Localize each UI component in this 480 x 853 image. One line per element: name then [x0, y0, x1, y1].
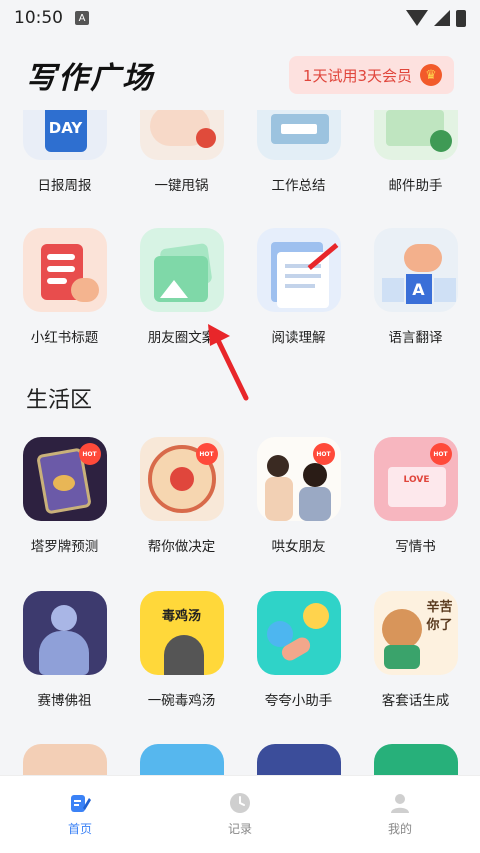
praise-icon — [256, 591, 341, 675]
life-grid-row3 — [0, 744, 480, 775]
hot-badge: HOT — [195, 443, 218, 465]
tile-label: 塔罗牌预测 — [30, 539, 99, 555]
sim-icon: A — [75, 11, 89, 25]
system-icons — [406, 9, 466, 27]
decision-wheel-icon: HOT — [139, 437, 224, 521]
work-grid-row1: DAY 日报周报 一键甩锅 工作总结 邮件助手 — [0, 110, 480, 194]
tile-label: 帮你做决定 — [147, 539, 216, 555]
calendar-day-icon: DAY — [22, 110, 107, 160]
nav-home[interactable]: 首页 — [0, 776, 160, 853]
tile-work-summary[interactable]: 工作总结 — [240, 110, 357, 194]
tarot-icon: HOT — [22, 437, 107, 521]
couple-icon: HOT — [256, 437, 341, 521]
crown-icon: ♛ — [420, 64, 442, 86]
hot-badge: HOT — [78, 443, 101, 465]
mail-icon — [373, 110, 458, 160]
wifi-icon — [406, 10, 428, 26]
tile-praise-helper[interactable]: 夸夸小助手 — [240, 591, 357, 709]
user-icon — [391, 794, 409, 813]
tile-label: 赛博佛祖 — [37, 693, 92, 709]
content-scroll[interactable]: DAY 日报周报 一键甩锅 工作总结 邮件助手 小红书标题 朋友圈文案 阅读理解… — [0, 110, 480, 775]
tile-polite-words[interactable]: 辛苦你了 客套话生成 — [357, 591, 474, 709]
clock-icon — [230, 793, 250, 813]
tile-label: 写情书 — [395, 539, 436, 555]
chicken-soup-icon: 毒鸡汤 — [139, 591, 224, 675]
status-time: 10:50 — [14, 8, 63, 28]
raccoon-icon: 辛苦你了 — [373, 591, 458, 675]
partial-app-icon — [139, 744, 224, 775]
hot-badge: HOT — [429, 443, 452, 465]
summary-icon — [256, 110, 341, 160]
tile-coax-girlfriend[interactable]: HOT 哄女朋友 — [240, 437, 357, 555]
tile-blame-shift[interactable]: 一键甩锅 — [123, 110, 240, 194]
xiaohongshu-icon — [22, 228, 107, 312]
nav-label-home: 首页 — [67, 822, 92, 836]
life-grid-row1: HOT 塔罗牌预测 HOT 帮你做决定 HOT 哄女朋友 LOVE HOT 写情… — [0, 437, 480, 555]
buddha-icon — [22, 591, 107, 675]
tile-partial[interactable] — [240, 744, 357, 775]
tile-love-letter[interactable]: LOVE HOT 写情书 — [357, 437, 474, 555]
nav-label-mine: 我的 — [387, 822, 412, 836]
header: 写作广场 1天试用3天会员 ♛ — [0, 40, 480, 110]
tile-partial[interactable] — [6, 744, 123, 775]
home-edit-icon — [71, 795, 91, 812]
tile-xiaohongshu-title[interactable]: 小红书标题 — [6, 228, 123, 346]
tile-decision-helper[interactable]: HOT 帮你做决定 — [123, 437, 240, 555]
nav-label-records: 记录 — [227, 822, 252, 836]
tile-tarot[interactable]: HOT 塔罗牌预测 — [6, 437, 123, 555]
tile-label: 一碗毒鸡汤 — [147, 693, 216, 709]
bottom-nav: 首页 记录 我的 — [0, 775, 480, 853]
tile-label: 阅读理解 — [271, 330, 326, 346]
trial-membership-button[interactable]: 1天试用3天会员 ♛ — [288, 56, 454, 94]
tile-chicken-soup[interactable]: 毒鸡汤 一碗毒鸡汤 — [123, 591, 240, 709]
nav-mine[interactable]: 我的 — [320, 776, 480, 853]
moments-photo-icon — [139, 228, 224, 312]
life-section-title: 生活区 — [26, 388, 93, 413]
page-title: 写作广场 — [26, 61, 154, 96]
tile-label: 语言翻译 — [388, 330, 443, 346]
tile-label: 哄女朋友 — [271, 539, 326, 555]
tile-label: 夸夸小助手 — [264, 693, 333, 709]
tile-partial[interactable] — [357, 744, 474, 775]
annotation-arrow — [208, 324, 249, 401]
tile-email-assistant[interactable]: 邮件助手 — [357, 110, 474, 194]
partial-app-icon — [22, 744, 107, 775]
partial-app-icon — [373, 744, 458, 775]
life-grid-row2: 赛博佛祖 毒鸡汤 一碗毒鸡汤 夸夸小助手 辛苦你了 客套话生成 — [0, 591, 480, 709]
tile-partial[interactable] — [123, 744, 240, 775]
tile-label: 工作总结 — [271, 178, 326, 194]
tile-label: 小红书标题 — [30, 330, 99, 346]
pot-icon — [139, 110, 224, 160]
tile-label: 一键甩锅 — [154, 178, 209, 194]
hot-badge: HOT — [312, 443, 335, 465]
tile-label: 邮件助手 — [388, 178, 443, 194]
tile-label: 日报周报 — [37, 178, 92, 194]
battery-icon — [456, 9, 466, 27]
translate-icon: A — [373, 228, 458, 312]
status-bar: 10:50 A — [0, 0, 480, 36]
nav-records[interactable]: 记录 — [160, 776, 320, 853]
partial-app-icon — [256, 744, 341, 775]
tile-language-translate[interactable]: A 语言翻译 — [357, 228, 474, 346]
tile-label: 客套话生成 — [381, 693, 450, 709]
tile-cyber-buddha[interactable]: 赛博佛祖 — [6, 591, 123, 709]
love-letter-icon: LOVE HOT — [373, 437, 458, 521]
tile-daily-report[interactable]: DAY 日报周报 — [6, 110, 123, 194]
reading-icon — [256, 228, 341, 312]
trial-text: 1天试用3天会员 — [302, 66, 412, 85]
signal-icon — [434, 10, 450, 26]
